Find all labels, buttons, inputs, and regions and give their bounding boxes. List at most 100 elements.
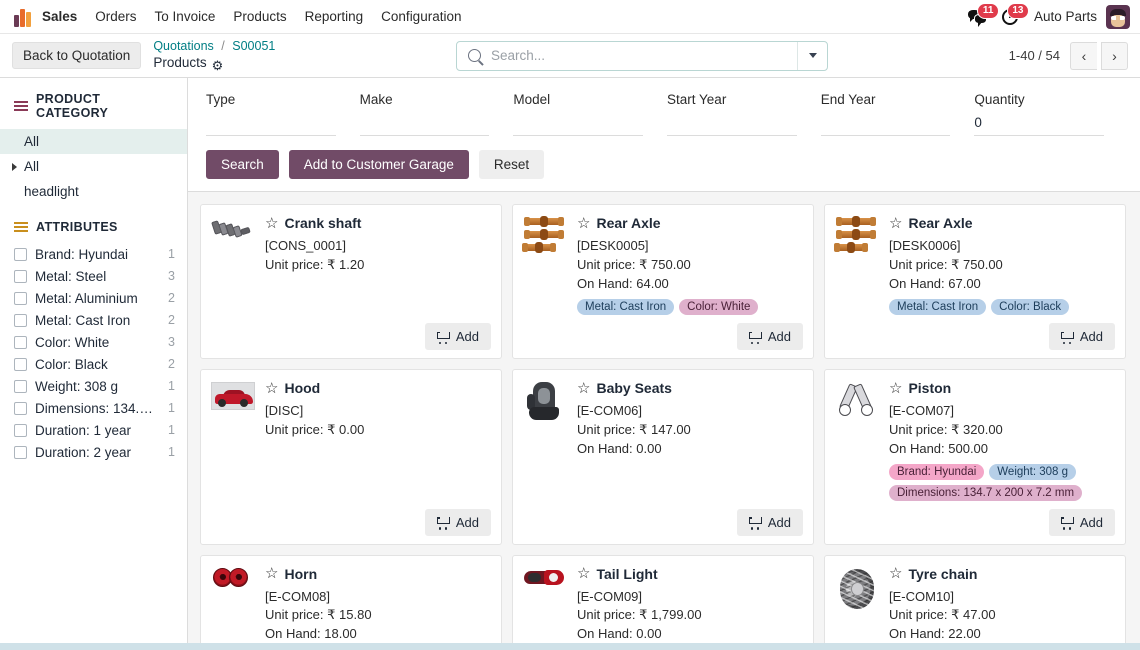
favorite-star-icon[interactable]: ☆ bbox=[577, 381, 590, 396]
checkbox-icon[interactable] bbox=[14, 379, 27, 393]
attribute-row[interactable]: Metal: Aluminium 2 bbox=[0, 287, 187, 309]
search-button[interactable]: Search bbox=[206, 150, 279, 179]
attribute-row[interactable]: Duration: 2 year 1 bbox=[0, 441, 187, 463]
activities-button[interactable]: 13 bbox=[1001, 2, 1029, 25]
product-info: ☆ Rear Axle [DESK0006] Unit price: ₹ 750… bbox=[889, 215, 1115, 315]
add-to-cart-button[interactable]: Add bbox=[424, 508, 491, 536]
sidebar-category-all-active[interactable]: All bbox=[0, 129, 187, 154]
attribute-row[interactable]: Weight: 308 g 1 bbox=[0, 375, 187, 397]
attribute-row[interactable]: Brand: Hyundai 1 bbox=[0, 243, 187, 265]
add-to-customer-garage-button[interactable]: Add to Customer Garage bbox=[288, 150, 469, 179]
product-card[interactable]: ☆ Piston [E-COM07] Unit price: ₹ 320.00 … bbox=[824, 369, 1126, 545]
product-thumbnail bbox=[835, 380, 879, 501]
bottom-scroll-strip[interactable] bbox=[0, 643, 1140, 650]
cart-icon bbox=[436, 331, 450, 345]
garage-field-value[interactable]: 0 bbox=[974, 115, 1104, 133]
attribute-row[interactable]: Color: Black 2 bbox=[0, 353, 187, 375]
product-card[interactable]: ☆ Hood [DISC] Unit price: ₹ 0.00 Add bbox=[200, 369, 502, 545]
nav-item-to-invoice[interactable]: To Invoice bbox=[146, 5, 225, 28]
product-tags: Metal: Cast Iron Color: Black bbox=[889, 298, 1115, 315]
product-info: ☆ Baby Seats [E-COM06] Unit price: ₹ 147… bbox=[577, 380, 803, 459]
cart-icon bbox=[1060, 331, 1074, 345]
product-name: Piston bbox=[908, 380, 952, 396]
nav-item-reporting[interactable]: Reporting bbox=[296, 5, 373, 28]
favorite-star-icon[interactable]: ☆ bbox=[889, 381, 902, 396]
favorite-star-icon[interactable]: ☆ bbox=[265, 381, 278, 396]
nav-item-orders[interactable]: Orders bbox=[86, 5, 145, 28]
add-to-cart-button[interactable]: Add bbox=[736, 323, 803, 350]
favorite-star-icon[interactable]: ☆ bbox=[265, 216, 278, 231]
add-to-cart-button[interactable]: Add bbox=[1048, 508, 1115, 536]
search-input[interactable] bbox=[489, 47, 798, 64]
product-grid-scroll[interactable]: ☆ Crank shaft [CONS_0001] Unit price: ₹ … bbox=[188, 192, 1140, 650]
add-to-cart-button[interactable]: Add bbox=[424, 323, 491, 350]
messages-button[interactable]: 11 bbox=[967, 2, 999, 27]
product-card-footer: Add bbox=[211, 501, 491, 536]
sidebar-category-all[interactable]: All bbox=[0, 154, 187, 179]
checkbox-icon[interactable] bbox=[14, 423, 27, 437]
favorite-star-icon[interactable]: ☆ bbox=[889, 566, 902, 581]
back-to-quotation-button[interactable]: Back to Quotation bbox=[12, 42, 142, 69]
garage-field-value[interactable] bbox=[667, 115, 797, 133]
favorite-star-icon[interactable]: ☆ bbox=[889, 216, 902, 231]
pager-next-button[interactable]: › bbox=[1101, 41, 1128, 70]
checkbox-icon[interactable] bbox=[14, 445, 27, 459]
attribute-label: Duration: 2 year bbox=[35, 444, 132, 460]
product-card[interactable]: ☆ Crank shaft [CONS_0001] Unit price: ₹ … bbox=[200, 204, 502, 359]
garage-field-label: Quantity bbox=[974, 92, 1025, 107]
gear-icon[interactable] bbox=[212, 58, 223, 69]
product-card[interactable]: ☆ Baby Seats [E-COM06] Unit price: ₹ 147… bbox=[512, 369, 814, 545]
nav-item-products[interactable]: Products bbox=[224, 5, 295, 28]
product-code: [CONS_0001] bbox=[265, 238, 346, 253]
attribute-row[interactable]: Duration: 1 year 1 bbox=[0, 419, 187, 441]
product-card[interactable]: ☆ Tyre chain [E-COM10] Unit price: ₹ 47.… bbox=[824, 554, 1126, 650]
user-menu-label[interactable]: Auto Parts bbox=[1034, 9, 1097, 24]
attribute-count: 3 bbox=[168, 335, 175, 349]
breadcrumb-quotations-link[interactable]: Quotations bbox=[153, 39, 213, 53]
favorite-star-icon[interactable]: ☆ bbox=[265, 566, 278, 581]
garage-field-value[interactable] bbox=[360, 115, 490, 133]
search-box[interactable] bbox=[456, 40, 829, 71]
product-thumbnail bbox=[211, 566, 255, 645]
nav-item-sales[interactable]: Sales bbox=[42, 5, 86, 28]
favorite-star-icon[interactable]: ☆ bbox=[577, 216, 590, 231]
attribute-row[interactable]: Color: White 3 bbox=[0, 331, 187, 353]
product-on-hand: On Hand: 67.00 bbox=[889, 275, 981, 291]
product-card[interactable]: ☆ Rear Axle [DESK0006] Unit price: ₹ 750… bbox=[824, 204, 1126, 359]
sidebar-category-headlight[interactable]: headlight bbox=[0, 179, 187, 204]
garage-field-start-year: Start Year bbox=[667, 92, 821, 136]
product-code: [E-COM07] bbox=[889, 403, 955, 418]
attribute-row[interactable]: Metal: Cast Iron 2 bbox=[0, 309, 187, 331]
attribute-row[interactable]: Metal: Steel 3 bbox=[0, 265, 187, 287]
garage-field-quantity: Quantity 0 bbox=[974, 92, 1128, 136]
attribute-row[interactable]: Dimensions: 134.7 x 2... 1 bbox=[0, 397, 187, 419]
product-unit-price: Unit price: ₹ 47.00 bbox=[889, 607, 996, 623]
checkbox-icon[interactable] bbox=[14, 291, 27, 305]
checkbox-icon[interactable] bbox=[14, 401, 27, 415]
favorite-star-icon[interactable]: ☆ bbox=[577, 566, 590, 581]
checkbox-icon[interactable] bbox=[14, 335, 27, 349]
field-underline bbox=[820, 135, 951, 136]
product-card[interactable]: ☆ Tail Light [E-COM09] Unit price: ₹ 1,7… bbox=[512, 554, 814, 650]
product-card[interactable]: ☆ Horn [E-COM08] Unit price: ₹ 15.80 On … bbox=[200, 554, 502, 650]
checkbox-icon[interactable] bbox=[14, 313, 27, 327]
pager-previous-button[interactable]: ‹ bbox=[1070, 41, 1097, 70]
product-card-body: ☆ Tyre chain [E-COM10] Unit price: ₹ 47.… bbox=[835, 566, 1115, 645]
product-card[interactable]: ☆ Rear Axle [DESK0005] Unit price: ₹ 750… bbox=[512, 204, 814, 359]
garage-field-value[interactable] bbox=[206, 115, 336, 133]
checkbox-icon[interactable] bbox=[14, 357, 27, 371]
messages-badge: 11 bbox=[977, 2, 999, 19]
avatar[interactable] bbox=[1106, 4, 1130, 29]
attribute-tag: Color: Black bbox=[991, 298, 1070, 315]
garage-field-value[interactable] bbox=[821, 115, 951, 133]
checkbox-icon[interactable] bbox=[14, 247, 27, 261]
add-to-cart-button[interactable]: Add bbox=[1048, 323, 1115, 350]
garage-buttons: Search Add to Customer Garage Reset bbox=[206, 150, 1128, 179]
nav-item-configuration[interactable]: Configuration bbox=[372, 5, 470, 28]
search-dropdown-toggle[interactable] bbox=[797, 41, 827, 70]
add-to-cart-button[interactable]: Add bbox=[736, 508, 803, 536]
breadcrumb-record-link[interactable]: S00051 bbox=[232, 39, 275, 53]
garage-field-value[interactable] bbox=[513, 115, 643, 133]
checkbox-icon[interactable] bbox=[14, 269, 27, 283]
reset-button[interactable]: Reset bbox=[478, 150, 545, 179]
